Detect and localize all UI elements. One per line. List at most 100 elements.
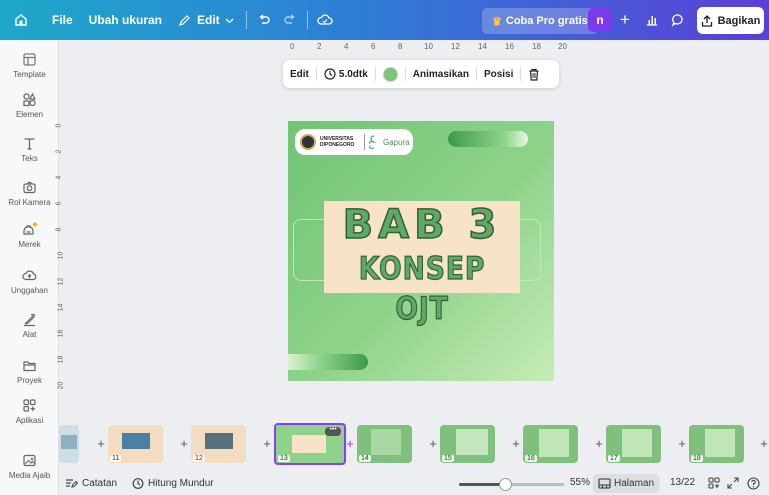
share-button[interactable]: Bagikan — [697, 7, 764, 34]
ruler-tick: 8 — [55, 227, 63, 232]
sidebar-item-apps[interactable]: Aplikasi — [0, 398, 59, 425]
sidebar-item-text[interactable]: Teks — [0, 136, 59, 163]
sidebar-item-magic-media[interactable]: Media Ajaib — [0, 453, 59, 480]
text-icon — [24, 138, 35, 150]
sidebar-item-projects[interactable]: Proyek — [0, 358, 59, 385]
ruler-tick: 20 — [57, 381, 65, 390]
cloud-check-icon — [317, 14, 333, 25]
design-page-canvas[interactable]: UNIVERSITAS DIPONEGORO Gapura BAB 3 KONS… — [288, 121, 554, 381]
ruler-tick: 18 — [532, 42, 541, 51]
zoom-slider[interactable] — [459, 478, 564, 491]
add-page-button[interactable]: + — [96, 436, 106, 451]
add-page-button[interactable]: + — [594, 436, 604, 451]
page-thumbnail-11[interactable]: 11 — [108, 425, 163, 463]
page-counter[interactable]: 13/22 — [670, 477, 695, 488]
resize-menu[interactable]: Ubah ukuran — [81, 6, 170, 34]
pencil-icon — [179, 14, 190, 26]
sidebar-item-camera-roll[interactable]: Rol Kamera — [0, 180, 59, 207]
template-icon — [23, 53, 36, 66]
toolbar-divider — [245, 11, 247, 29]
page-thumbnail-16[interactable]: 16 — [523, 425, 578, 463]
elements-icon — [23, 92, 36, 107]
position-button[interactable]: Posisi — [477, 69, 520, 80]
duration-button[interactable]: 5.0dtk — [317, 68, 375, 80]
sidebar-item-elements[interactable]: Elemen — [0, 92, 59, 119]
notes-button[interactable]: Catatan — [65, 477, 117, 489]
sidebar-item-uploads[interactable]: Unggahan — [0, 268, 59, 295]
ruler-tick: 6 — [55, 201, 63, 206]
file-menu[interactable]: File — [44, 6, 81, 34]
page-thumbnail-13-selected[interactable]: ••• 13 — [274, 423, 346, 465]
add-page-button[interactable]: + — [345, 436, 355, 451]
page-thumbnail-15[interactable]: 15 — [440, 425, 495, 463]
ruler-tick: 4 — [344, 42, 349, 51]
ruler-tick: 14 — [478, 42, 487, 51]
bar-chart-icon — [647, 16, 657, 26]
animate-button[interactable]: Animasikan — [406, 69, 476, 80]
comments-button[interactable] — [666, 8, 690, 32]
ruler-tick: 0 — [55, 123, 63, 128]
sidebar-item-tools[interactable]: Alat — [0, 312, 59, 339]
timer-label: Hitung Mundur — [148, 477, 214, 489]
page-thumbnail-17[interactable]: 17 — [606, 425, 661, 463]
slide-title-line-1: BAB 3 — [342, 202, 502, 248]
page-thumbnail-12[interactable]: 12 — [191, 425, 246, 463]
toolbar-divider — [306, 11, 308, 29]
add-page-button[interactable]: + — [428, 436, 438, 451]
sidebar-item-template[interactable]: Template — [0, 52, 59, 79]
add-page-button[interactable]: + — [759, 436, 769, 451]
edit-page-button[interactable]: Edit — [283, 69, 316, 80]
add-page-button[interactable]: + — [179, 436, 189, 451]
page-thumbnail[interactable] — [59, 425, 79, 463]
trash-icon — [529, 68, 539, 81]
page-number: 16 — [525, 455, 537, 462]
page-filmstrip: + 11 + 12 + ••• 13 + 14 + 15 + 16 + 17 +… — [59, 420, 769, 470]
add-page-button[interactable]: + — [511, 436, 521, 451]
delete-button[interactable] — [521, 68, 547, 81]
vertical-ruler: 0 2 4 6 8 10 12 14 16 18 20 — [55, 110, 69, 410]
crown-icon: ♛ — [492, 15, 502, 28]
cloud-save-status[interactable] — [312, 7, 338, 33]
horizontal-ruler: 0 2 4 6 8 10 12 14 16 18 20 — [280, 40, 580, 54]
help-button[interactable] — [747, 477, 760, 490]
edit-menu-label: Edit — [197, 13, 220, 27]
pages-button[interactable]: Halaman — [593, 474, 660, 493]
timer-button[interactable]: Hitung Mundur — [132, 477, 214, 489]
undo-button[interactable] — [251, 7, 277, 33]
home-button[interactable] — [8, 7, 34, 33]
background-color-button[interactable] — [376, 66, 405, 82]
pages-icon — [598, 478, 611, 489]
fullscreen-button[interactable] — [727, 477, 739, 489]
try-pro-button[interactable]: ♛ Coba Pro gratis — [482, 8, 598, 34]
redo-button[interactable] — [277, 7, 303, 33]
page-thumbnail-18[interactable]: 18 — [689, 425, 744, 463]
university-logo-box: UNIVERSITAS DIPONEGORO Gapura — [295, 129, 413, 155]
left-sidebar: Template Elemen Teks Rol Kamera Merek Un… — [0, 40, 59, 495]
ruler-tick: 12 — [57, 277, 65, 286]
thumbnail-content — [539, 429, 569, 457]
insights-button[interactable] — [640, 8, 664, 32]
title-box[interactable]: BAB 3 KONSEP OJT — [324, 201, 520, 328]
ruler-tick: 20 — [558, 42, 567, 51]
invite-button[interactable]: + — [613, 8, 637, 32]
plus-icon: + — [620, 10, 630, 29]
pages-label: Halaman — [614, 478, 655, 489]
sidebar-item-label: Merek — [18, 240, 41, 249]
edit-menu[interactable]: Edit — [170, 6, 242, 34]
color-swatch — [382, 66, 398, 82]
add-page-button[interactable]: + — [677, 436, 687, 451]
speech-bubble-icon — [671, 14, 683, 27]
sidebar-item-brand[interactable]: Merek — [0, 222, 59, 249]
grid-view-button[interactable] — [708, 477, 720, 489]
try-pro-label: Coba Pro gratis — [505, 15, 588, 27]
bottom-bar: Catatan Hitung Mundur 55% Halaman 13/22 — [59, 473, 769, 495]
more-options-icon[interactable]: ••• — [325, 426, 341, 436]
sidebar-item-label: Teks — [21, 154, 38, 163]
user-avatar[interactable]: n — [588, 8, 612, 32]
add-page-button[interactable]: + — [262, 436, 272, 451]
decorative-pill — [448, 131, 528, 147]
zoom-slider-handle[interactable] — [499, 478, 512, 491]
page-thumbnail-14[interactable]: 14 — [357, 425, 412, 463]
top-toolbar: File Ubah ukuran Edit ♛ Coba Pro gratis … — [0, 0, 769, 40]
zoom-level[interactable]: 55% — [570, 477, 590, 488]
